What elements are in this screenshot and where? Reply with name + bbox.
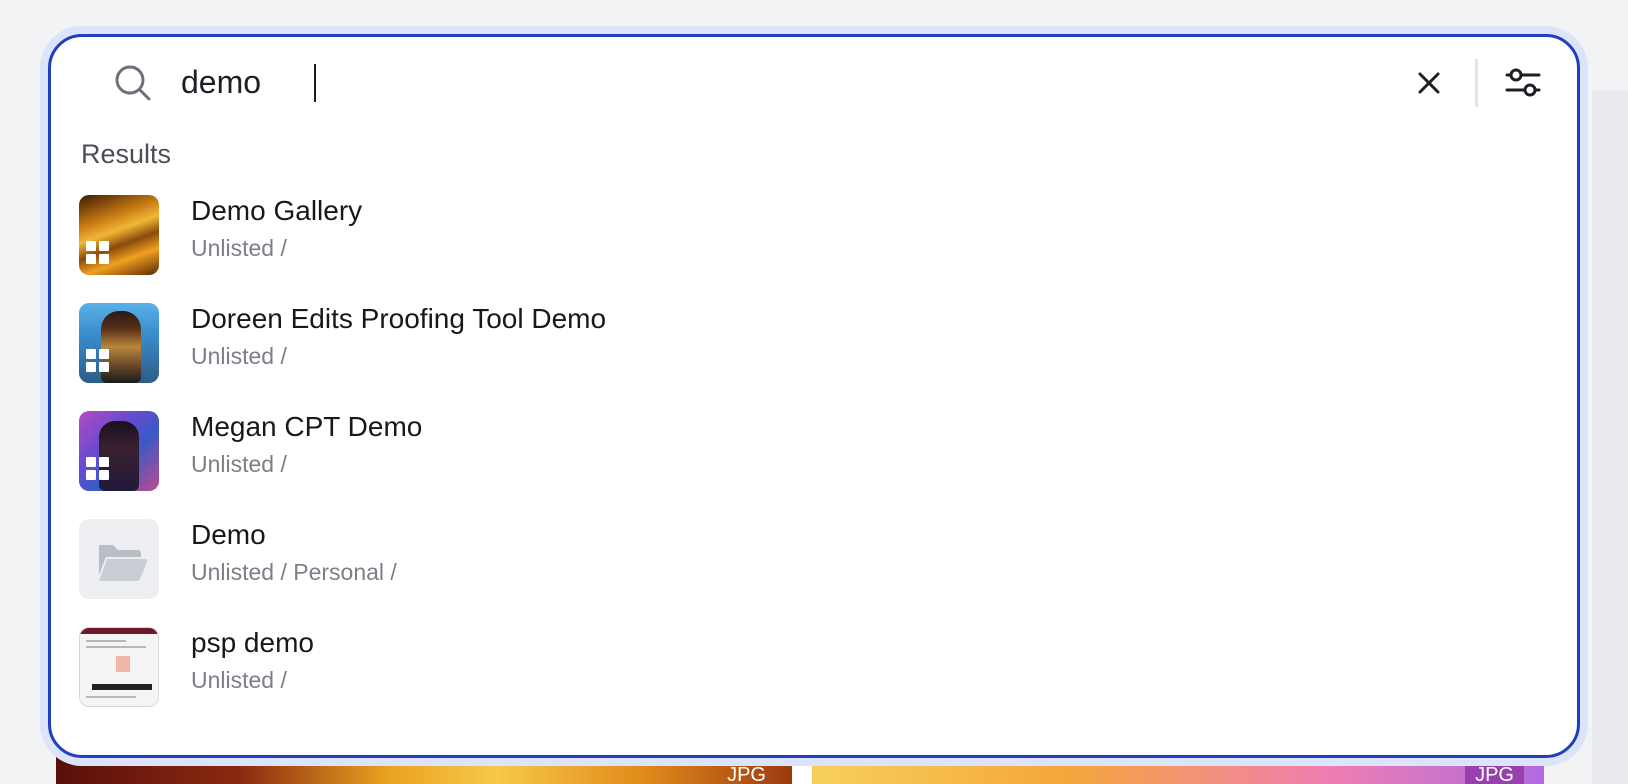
result-path: Unlisted / Personal / <box>191 559 397 585</box>
gallery-thumbnail <box>79 303 159 383</box>
search-icon <box>115 65 151 101</box>
search-bar <box>51 37 1577 129</box>
text-caret <box>314 64 316 102</box>
file-type-badge: JPG <box>1465 764 1524 784</box>
search-input[interactable] <box>181 57 1281 107</box>
result-item[interactable]: Doreen Edits Proofing Tool Demo Unlisted… <box>79 297 1529 387</box>
result-path: Unlisted / <box>191 451 287 477</box>
result-path: Unlisted / <box>191 235 287 261</box>
result-title: psp demo <box>191 627 314 658</box>
gallery-thumbnail <box>79 195 159 275</box>
gallery-thumbnail <box>79 411 159 491</box>
grid-icon <box>86 349 110 373</box>
sliders-icon[interactable] <box>1503 63 1543 103</box>
result-item[interactable]: Demo Gallery Unlisted / <box>79 189 1529 279</box>
search-popover: Results Demo Gallery Unlisted / Doreen E… <box>48 34 1580 758</box>
result-title: Demo Gallery <box>191 195 363 226</box>
result-item[interactable]: Megan CPT Demo Unlisted / <box>79 405 1529 495</box>
result-title: Doreen Edits Proofing Tool Demo <box>191 303 607 334</box>
file-type-badge: JPG <box>727 764 766 784</box>
result-path: Unlisted / <box>191 667 287 693</box>
result-path: Unlisted / <box>191 343 287 369</box>
gallery-thumbnail <box>79 627 159 707</box>
grid-icon <box>86 457 110 481</box>
result-item[interactable]: Demo Unlisted / Personal / <box>79 513 1529 603</box>
results-heading: Results <box>81 139 172 169</box>
result-title: Megan CPT Demo <box>191 411 423 442</box>
grid-icon <box>86 241 110 265</box>
result-item[interactable]: psp demo Unlisted / <box>79 621 1529 711</box>
result-title: Demo <box>191 519 266 550</box>
folder-thumbnail <box>79 519 159 599</box>
toolbar-divider <box>1475 59 1478 107</box>
close-icon[interactable] <box>1411 65 1447 101</box>
page-background-edge <box>1592 90 1628 784</box>
folder-icon <box>99 545 148 582</box>
